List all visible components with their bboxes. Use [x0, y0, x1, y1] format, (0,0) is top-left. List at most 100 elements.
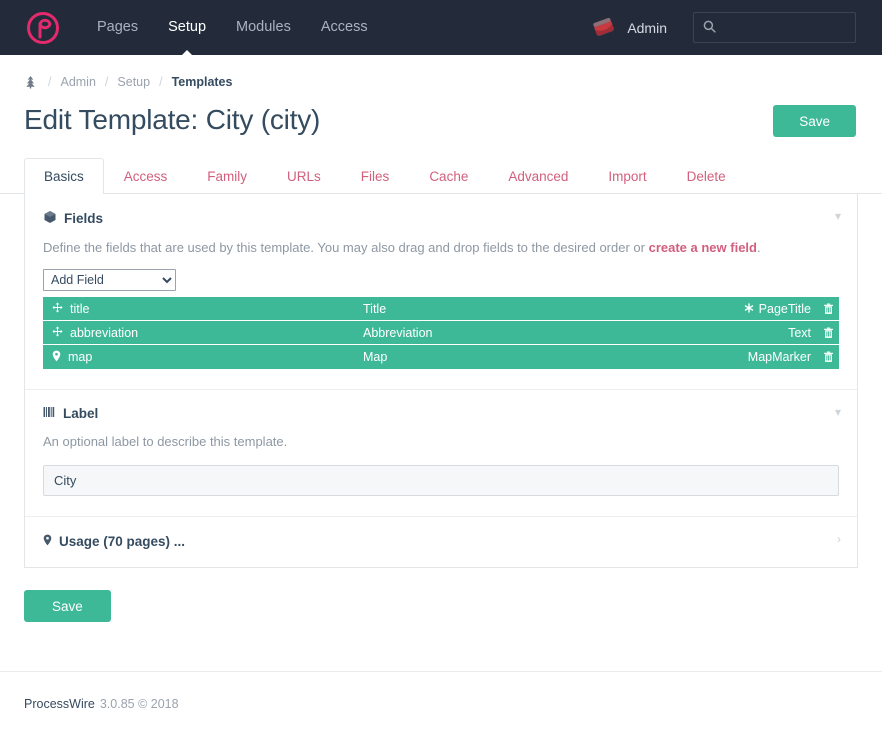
fields-description-text-after: .	[756, 240, 761, 255]
page-title: Edit Template: City (city)	[24, 104, 321, 135]
fields-section: Fields ▾ Define the fields that are used…	[25, 194, 857, 389]
tab-files[interactable]: Files	[341, 158, 410, 194]
chevron-right-icon[interactable]: ›	[837, 533, 841, 545]
asterisk-icon	[744, 302, 754, 316]
template-fields-list: title Title PageTitle abbreviation Abbre…	[43, 297, 839, 369]
template-tabs: Basics Access Family URLs Files Cache Ad…	[0, 157, 882, 194]
template-edit-card: Fields ▾ Define the fields that are used…	[24, 194, 858, 568]
tab-basics[interactable]: Basics	[24, 158, 104, 194]
tab-family[interactable]: Family	[187, 158, 267, 194]
field-label: Abbreviation	[363, 325, 433, 340]
tab-label: Import	[608, 169, 647, 184]
fields-section-header[interactable]: Fields	[43, 210, 839, 227]
tab-label: Cache	[429, 169, 469, 184]
nav-item-label: Setup	[168, 19, 207, 35]
label-section-header[interactable]: Label	[43, 406, 839, 421]
field-row-name-cell: title	[43, 302, 363, 316]
search-input[interactable]	[723, 19, 846, 36]
masthead: Pages Setup Modules Access Admin	[0, 0, 882, 56]
footer-brand: ProcessWire	[24, 696, 95, 711]
tab-label: Access	[123, 169, 168, 184]
field-type: Text	[788, 325, 811, 340]
barcode-icon	[43, 406, 56, 421]
field-name: map	[68, 350, 93, 364]
user-avatar-icon[interactable]	[591, 15, 617, 41]
usage-section[interactable]: Usage (70 pages) ... ›	[25, 516, 857, 567]
footer: ProcessWire 3.0.85 © 2018	[0, 671, 882, 735]
tab-import[interactable]: Import	[588, 158, 666, 194]
template-label-input[interactable]	[43, 465, 839, 496]
breadcrumb-item-setup[interactable]: Setup	[117, 75, 150, 89]
title-row: Edit Template: City (city) Save	[0, 89, 882, 137]
main-nav: Pages Setup Modules Access	[82, 0, 383, 56]
trash-icon[interactable]	[817, 303, 839, 315]
nav-item-setup[interactable]: Setup	[153, 0, 221, 56]
tab-label: Family	[207, 169, 248, 184]
field-type-cell: MapMarker	[748, 350, 817, 364]
breadcrumb-separator: /	[104, 75, 109, 89]
trash-icon[interactable]	[817, 327, 839, 339]
breadcrumb-separator: /	[48, 75, 52, 89]
trash-icon[interactable]	[817, 351, 839, 363]
arrows-move-icon[interactable]	[52, 325, 63, 340]
map-marker-icon[interactable]	[52, 350, 61, 365]
field-type: MapMarker	[747, 350, 811, 364]
field-name: abbreviation	[70, 325, 139, 340]
field-name: title	[70, 301, 90, 316]
field-row-title[interactable]: title Title PageTitle	[43, 297, 839, 321]
label-section-description: An optional label to describe this templ…	[43, 434, 288, 449]
tab-urls[interactable]: URLs	[267, 158, 341, 194]
label-section-title: Label	[63, 406, 99, 421]
tab-label: Delete	[686, 169, 726, 184]
tab-cache[interactable]: Cache	[409, 158, 488, 194]
bottom-actions: Save	[0, 568, 882, 622]
fields-section-title: Fields	[64, 211, 104, 226]
nav-item-pages[interactable]: Pages	[82, 0, 153, 55]
masthead-right: Admin	[591, 12, 856, 43]
tab-access[interactable]: Access	[104, 158, 188, 194]
nav-item-label: Modules	[236, 19, 291, 35]
chevron-down-icon[interactable]: ▾	[835, 406, 841, 418]
arrows-move-icon[interactable]	[52, 301, 63, 316]
nav-item-access[interactable]: Access	[306, 0, 383, 55]
nav-item-label: Pages	[97, 19, 139, 35]
chevron-down-icon[interactable]: ▾	[835, 210, 841, 222]
field-type-cell: PageTitle	[744, 302, 817, 316]
field-type: PageTitle	[758, 301, 811, 316]
tab-delete[interactable]: Delete	[667, 158, 746, 194]
map-marker-icon	[43, 534, 52, 549]
fields-section-description: Define the fields that are used by this …	[43, 239, 839, 257]
create-new-field-link[interactable]: create a new field	[649, 240, 757, 255]
usage-section-header[interactable]: Usage (70 pages) ...	[43, 534, 839, 549]
user-menu-label[interactable]: Admin	[627, 20, 667, 36]
processwire-logo-icon[interactable]	[26, 11, 60, 45]
breadcrumb-item-admin[interactable]: Admin	[60, 75, 95, 89]
tab-label: Basics	[44, 169, 84, 184]
field-label: Title	[363, 301, 387, 316]
add-field-select[interactable]: Add Field	[43, 269, 176, 291]
save-button-bottom[interactable]: Save	[24, 590, 111, 622]
field-type-cell: Text	[788, 326, 817, 340]
field-row-map[interactable]: map Map MapMarker	[43, 345, 839, 369]
footer-version: 3.0.85 © 2018	[99, 696, 179, 711]
breadcrumb: / Admin / Setup / Templates	[0, 55, 882, 89]
tab-label: Files	[360, 169, 390, 184]
fields-description-text-before: Define the fields that are used by this …	[43, 240, 649, 255]
search-box[interactable]	[693, 12, 856, 43]
field-row-abbreviation[interactable]: abbreviation Abbreviation Text	[43, 321, 839, 345]
search-icon	[703, 20, 716, 36]
label-section: Label ▾ An optional label to describe th…	[25, 389, 857, 516]
nav-item-label: Access	[320, 19, 368, 35]
tab-label: Advanced	[508, 169, 569, 184]
cube-icon	[43, 210, 57, 227]
save-button-top[interactable]: Save	[773, 105, 856, 137]
breadcrumb-item-templates: Templates	[171, 75, 233, 89]
tab-advanced[interactable]: Advanced	[488, 158, 588, 194]
nav-item-modules[interactable]: Modules	[221, 0, 306, 55]
breadcrumb-separator: /	[159, 75, 163, 89]
field-label: Map	[363, 350, 388, 364]
usage-section-title: Usage (70 pages) ...	[59, 534, 186, 549]
page-tree-icon[interactable]	[24, 75, 37, 89]
field-row-name-cell: abbreviation	[43, 326, 363, 340]
tab-label: URLs	[287, 169, 321, 184]
